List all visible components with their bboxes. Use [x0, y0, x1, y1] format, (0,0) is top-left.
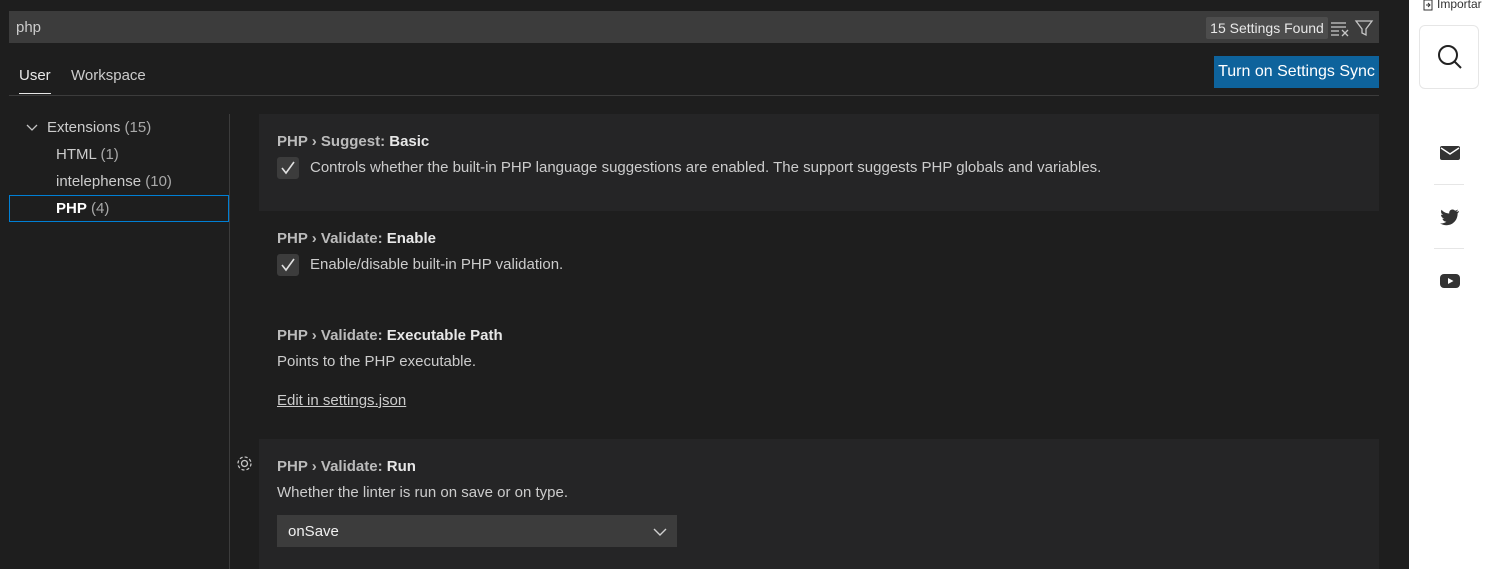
- turn-on-settings-sync-button[interactable]: Turn on Settings Sync: [1214, 56, 1379, 88]
- tree-item-php[interactable]: PHP (4): [9, 195, 229, 222]
- setting-description: Points to the PHP executable.: [277, 353, 477, 370]
- search-icon: [1438, 45, 1462, 69]
- tab-workspace[interactable]: Workspace: [71, 67, 146, 93]
- tree-label: intelephense: [56, 173, 142, 190]
- side-search-button[interactable]: [1419, 25, 1479, 89]
- mail-icon[interactable]: [1439, 142, 1461, 164]
- tree-count: (15): [124, 119, 152, 136]
- tree-count: (10): [145, 173, 172, 190]
- chevron-down-icon: [653, 528, 667, 536]
- search-input[interactable]: php: [16, 19, 41, 36]
- setting-description: Whether the linter is run on save or on …: [277, 484, 568, 501]
- youtube-icon[interactable]: [1439, 270, 1461, 292]
- results-count-badge: 15 Settings Found: [1206, 17, 1328, 39]
- setting-description: Controls whether the built-in PHP langua…: [310, 159, 1102, 176]
- tree-label: Extensions: [47, 119, 121, 136]
- divider: [1434, 184, 1464, 185]
- tree-label: HTML: [56, 146, 97, 163]
- tree-item-html[interactable]: HTML (1): [9, 141, 229, 168]
- setting-checkbox[interactable]: [277, 157, 299, 179]
- dropdown-value: onSave: [288, 523, 339, 540]
- setting-php-validate-run: PHP › Validate: Run Whether the linter i…: [259, 439, 1379, 569]
- gear-icon[interactable]: [234, 453, 255, 474]
- edit-in-settings-json-link[interactable]: Edit in settings.json: [277, 392, 406, 409]
- setting-php-suggest-basic: PHP › Suggest: Basic Controls whether th…: [259, 114, 1379, 211]
- tab-user[interactable]: User: [19, 67, 51, 94]
- chevron-down-icon: [26, 124, 38, 131]
- filter-icon[interactable]: [1354, 18, 1374, 38]
- check-icon: [281, 258, 295, 272]
- run-mode-dropdown[interactable]: onSave: [277, 515, 677, 547]
- setting-title: PHP › Validate: Run: [277, 458, 416, 475]
- check-icon: [281, 161, 295, 175]
- twitter-icon[interactable]: [1439, 206, 1461, 228]
- setting-title: PHP › Validate: Executable Path: [277, 327, 503, 344]
- settings-editor: php 15 Settings Found User Workspace Tur…: [0, 0, 1409, 569]
- setting-title: PHP › Suggest: Basic: [277, 133, 430, 150]
- setting-title: PHP › Validate: Enable: [277, 230, 436, 247]
- tree-count: (1): [100, 146, 119, 163]
- tree-count: (4): [91, 200, 110, 217]
- tree-item-intelephense[interactable]: intelephense (10): [9, 168, 229, 195]
- settings-scope-tabs: User Workspace: [9, 56, 1379, 96]
- tree-label: PHP: [56, 200, 87, 217]
- import-label: Importar: [1437, 0, 1482, 11]
- tree-group-extensions[interactable]: Extensions (15): [9, 114, 229, 141]
- settings-toc-tree: Extensions (15) HTML (1) intelephense (1…: [9, 114, 229, 222]
- settings-search-box[interactable]: php 15 Settings Found: [9, 11, 1379, 43]
- browser-side-panel: Importar: [1409, 0, 1489, 569]
- import-icon: [1423, 0, 1433, 11]
- sash-divider[interactable]: [229, 114, 230, 569]
- setting-description: Enable/disable built-in PHP validation.: [310, 256, 564, 273]
- divider: [1434, 248, 1464, 249]
- setting-php-validate-executable-path: PHP › Validate: Executable Path Points t…: [259, 307, 1379, 439]
- setting-checkbox[interactable]: [277, 254, 299, 276]
- setting-php-validate-enable: PHP › Validate: Enable Enable/disable bu…: [259, 211, 1379, 307]
- clear-filter-icon[interactable]: [1330, 18, 1350, 38]
